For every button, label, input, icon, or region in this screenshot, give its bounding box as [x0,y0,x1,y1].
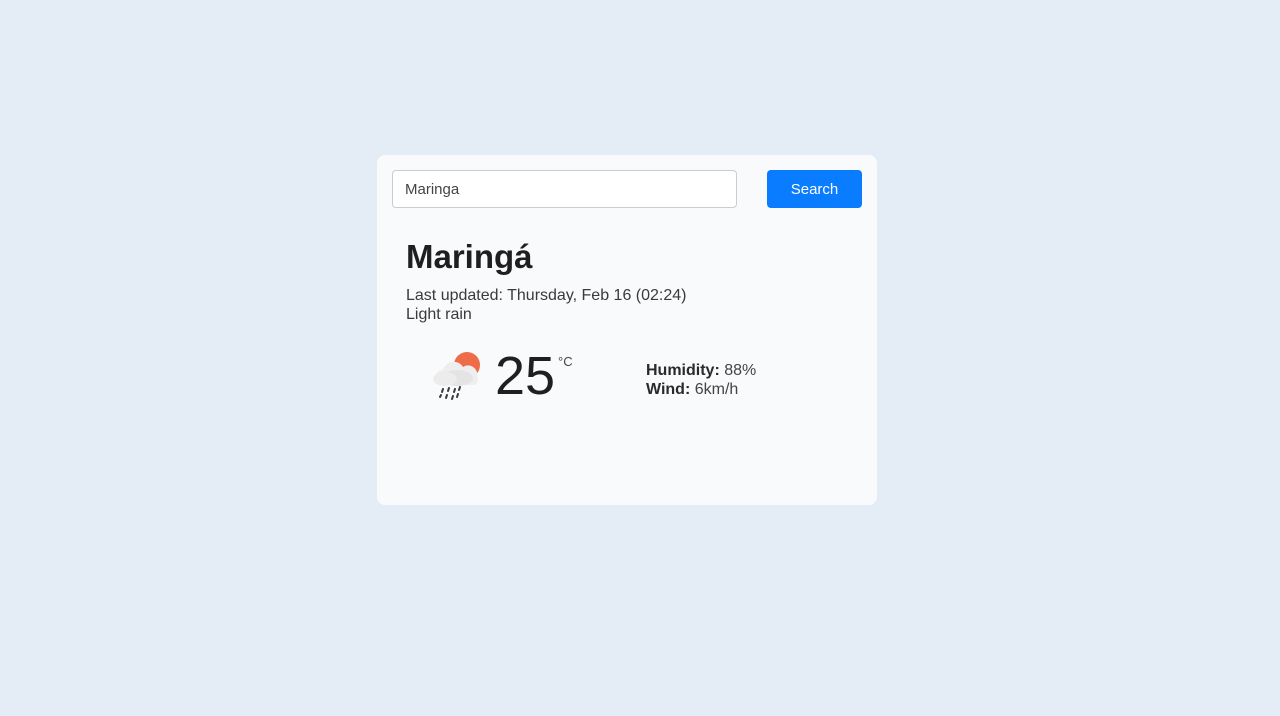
temperature-unit: °C [558,354,573,369]
last-updated: Last updated: Thursday, Feb 16 (02:24) [406,287,687,304]
weather-card: Search Maringá Last updated: Thursday, F… [377,155,877,505]
wind-label: Wind: [646,381,691,398]
weather-details: Humidity: 88% Wind: 6km/h [646,361,756,399]
search-input[interactable] [392,170,737,208]
wind-value: 6km/h [694,381,739,398]
rain-cloud-sun-icon [427,349,485,403]
temperature-value: 25 [495,346,556,406]
weather-meta: Last updated: Thursday, Feb 16 (02:24) L… [406,286,686,324]
weather-condition: Light rain [406,306,472,323]
search-button[interactable]: Search [767,170,862,208]
humidity-row: Humidity: 88% [646,361,756,380]
humidity-label: Humidity: [646,362,720,379]
humidity-value: 88% [724,362,757,379]
city-name: Maringá [406,238,533,275]
wind-row: Wind: 6km/h [646,380,756,399]
